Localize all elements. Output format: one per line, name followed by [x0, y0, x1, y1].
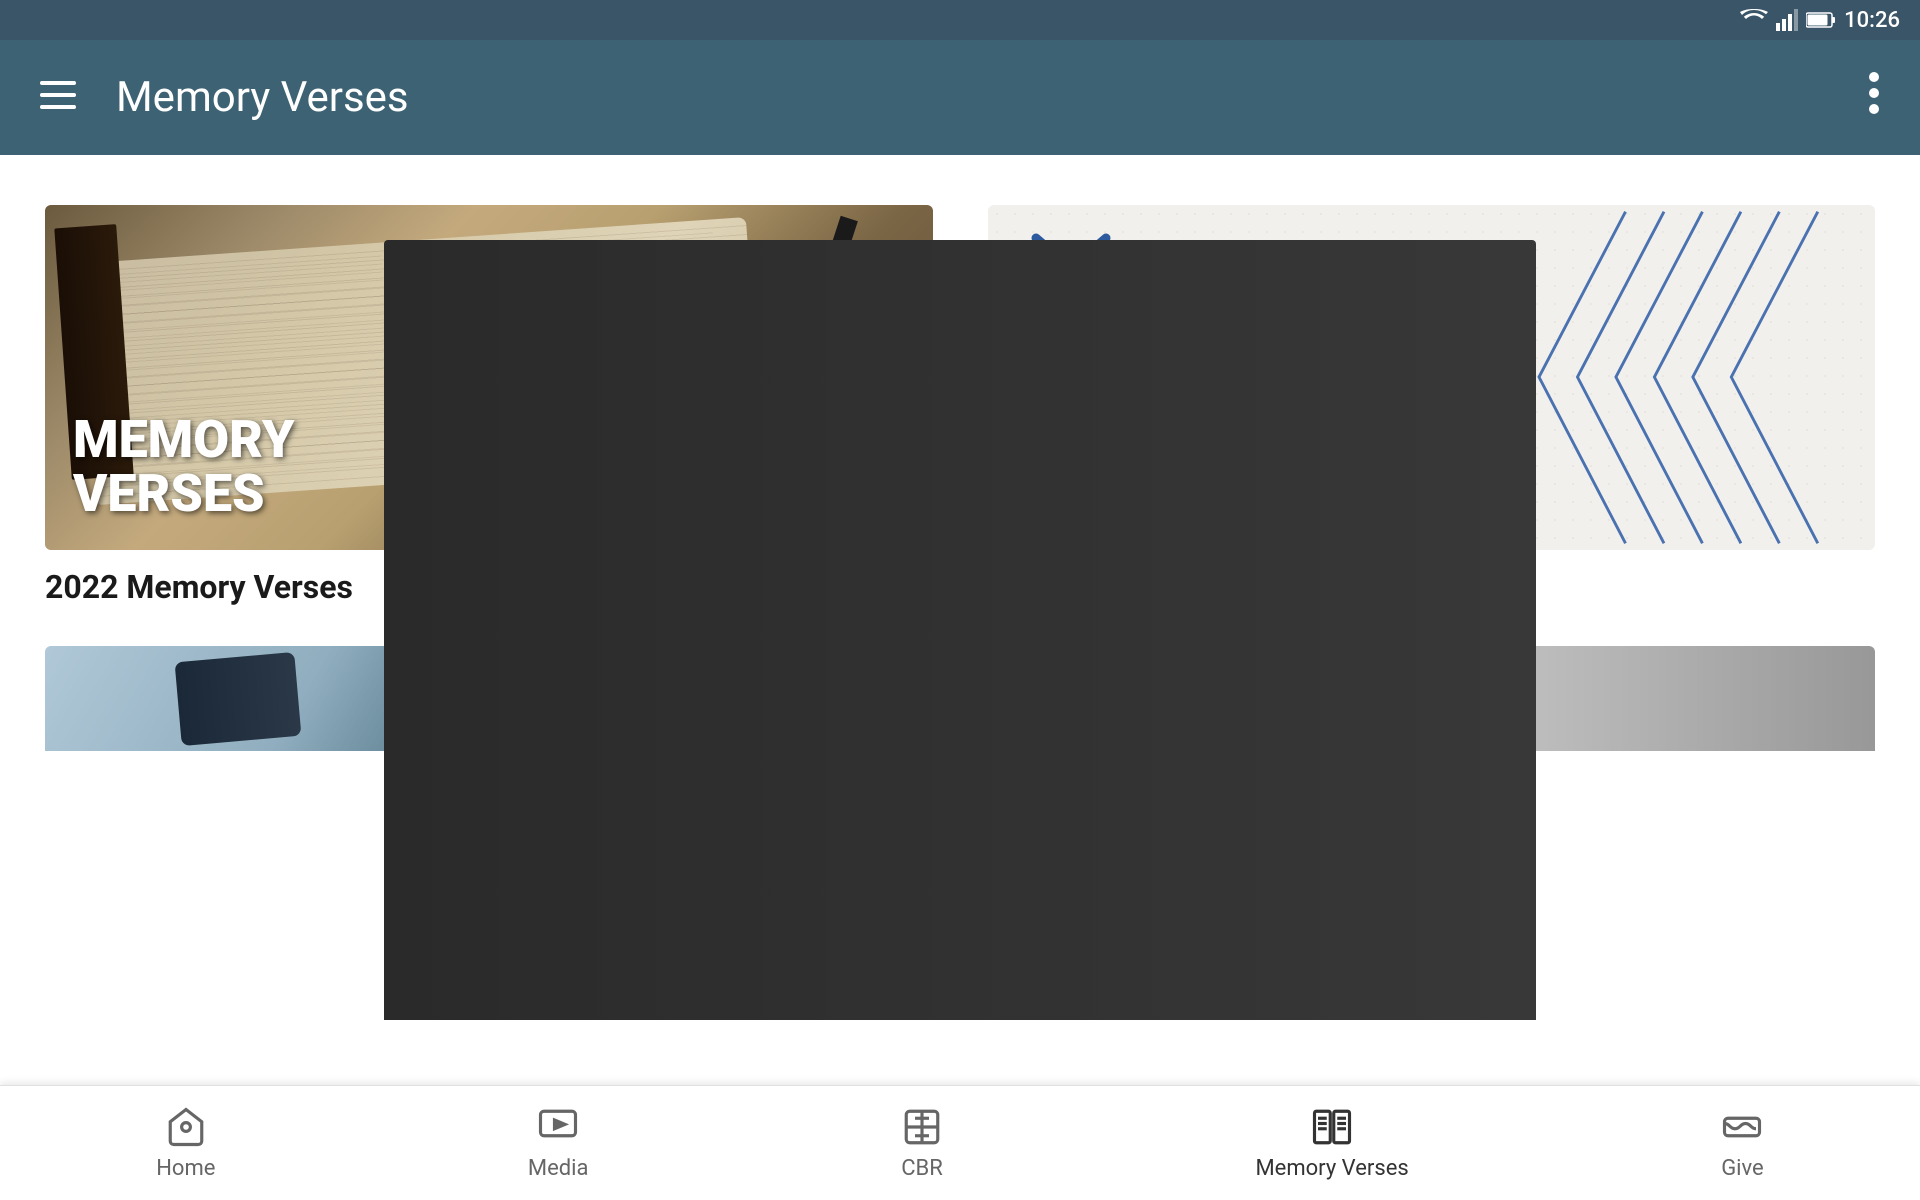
status-bar: 10:26	[0, 0, 1920, 40]
signal-icon	[1776, 9, 1798, 31]
nav-item-media[interactable]: Media	[498, 1096, 619, 1191]
bottom-nav: Home Media CBR M	[0, 1085, 1920, 1200]
status-time: 10:26	[1844, 8, 1900, 33]
menu-icon[interactable]	[40, 81, 76, 114]
wifi-icon	[1740, 9, 1768, 31]
status-icons: 10:26	[1740, 8, 1900, 33]
laptop-screen	[988, 646, 1537, 751]
nav-label-memory-verses: Memory Verses	[1255, 1156, 1408, 1181]
card-overlay-text: MEMORYVERSES	[73, 413, 295, 522]
phone-shape	[175, 651, 302, 745]
nav-item-home[interactable]: Home	[126, 1096, 245, 1191]
app-bar: Memory Verses	[0, 40, 1920, 155]
nav-label-home: Home	[156, 1156, 215, 1181]
card-4-bg	[988, 646, 1876, 751]
memory-verses-icon	[1311, 1106, 1353, 1148]
cards-grid: MEMORYVERSES 2022 Memory Verses	[45, 205, 1875, 751]
more-options-icon[interactable]	[1868, 71, 1880, 124]
nav-item-cbr[interactable]: CBR	[871, 1096, 973, 1191]
cbr-icon	[901, 1106, 943, 1148]
nav-label-cbr: CBR	[901, 1156, 943, 1181]
media-icon	[537, 1106, 579, 1148]
nav-item-memory-verses[interactable]: Memory Verses	[1225, 1096, 1438, 1191]
nav-label-give: Give	[1721, 1156, 1764, 1181]
home-icon	[165, 1106, 207, 1148]
give-icon	[1721, 1106, 1763, 1148]
app-bar-left: Memory Verses	[40, 73, 409, 122]
battery-icon	[1806, 11, 1836, 29]
page-title: Memory Verses	[116, 73, 409, 122]
nav-label-media: Media	[528, 1156, 589, 1181]
main-content: MEMORYVERSES 2022 Memory Verses	[0, 155, 1920, 1085]
card-partial-4[interactable]	[988, 646, 1876, 751]
nav-item-give[interactable]: Give	[1691, 1096, 1794, 1191]
card-4-image	[988, 646, 1876, 751]
